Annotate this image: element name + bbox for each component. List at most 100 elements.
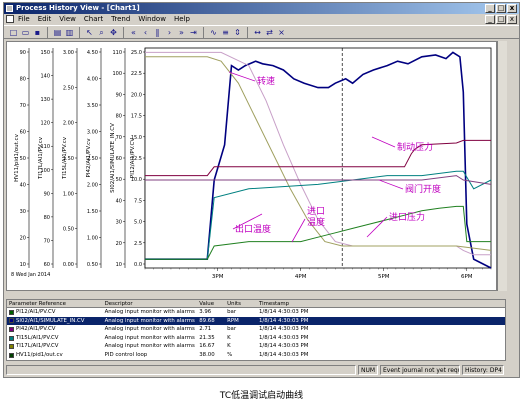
axis-tick-label: 30 <box>20 209 26 215</box>
cell-value: 38.00 <box>199 351 215 358</box>
trend-chart[interactable]: 90 80 70 60 50 40 30 20 10 HV11/pid1/out.cv 150 140… <box>6 41 497 291</box>
axis-tick-label: 1.50 <box>87 209 98 215</box>
forward-icon[interactable]: › <box>164 27 175 38</box>
end-icon[interactable]: ⇥ <box>188 27 199 38</box>
table-row[interactable]: SI02/AI1/SIMULATE_IN.CV Analog input moni… <box>7 316 505 326</box>
header-value[interactable]: Value <box>197 300 225 307</box>
axis-tick-label: 7.5 <box>134 198 142 204</box>
header-units[interactable]: Units <box>225 300 257 307</box>
zoom-icon[interactable]: ⌕ <box>96 27 107 38</box>
close-chart-icon[interactable]: × <box>276 27 287 38</box>
axis-tick-label: 25.0 <box>131 50 142 56</box>
reference-text: TI15L/AI1/PV.CV <box>16 334 59 341</box>
open-icon[interactable]: ▭ <box>20 27 31 38</box>
mdi-close-button[interactable]: x <box>507 15 517 24</box>
header-timestamp[interactable]: Timestamp <box>257 300 505 307</box>
axis-tick-label: 3.00 <box>87 130 98 136</box>
reference-text: PI12/AI1/PV.CV <box>16 309 56 315</box>
color-swatch <box>9 344 14 350</box>
cell-value: 89.68 <box>199 317 215 324</box>
vertical-scrollbar[interactable] <box>497 41 507 291</box>
print-icon[interactable]: ▤ <box>52 27 63 38</box>
annotation-label: 制动压力 <box>397 141 433 153</box>
mdi-controls: _ □ x <box>485 15 517 24</box>
axis-tick-label: 70 <box>20 103 26 109</box>
status-num: NUM <box>358 365 378 375</box>
axis-tick-label: 60 <box>44 262 50 268</box>
cell-descriptor: Analog input monitor with alarms <box>104 326 195 333</box>
axis-label: PI42/AI1/PV.cv <box>86 138 92 178</box>
fast-forward-icon[interactable]: » <box>176 27 187 38</box>
axis-label: PI12/AI1/PV.CV <box>130 138 136 178</box>
close-button[interactable]: x <box>507 4 517 13</box>
axis-tick-label: 90 <box>44 191 50 197</box>
collapse-icon[interactable]: ⇄ <box>264 27 275 38</box>
cursor-icon[interactable]: ↖ <box>84 27 95 38</box>
axis-tick-label: 150 <box>40 50 50 56</box>
new-icon[interactable]: □ <box>8 27 19 38</box>
axis-tick-label: 70 <box>44 238 50 244</box>
axis-tick-label: 3.00 <box>63 50 74 56</box>
minimize-button[interactable]: _ <box>485 4 495 13</box>
mdi-restore-button[interactable]: □ <box>496 15 506 24</box>
cell-value: 21.35 <box>199 334 215 341</box>
toolbar-separator <box>247 26 248 38</box>
menu-window[interactable]: Window <box>134 14 170 25</box>
status-journal: Event journal not yet required <box>380 365 460 375</box>
table-row[interactable]: PI42/AI1/PV.CV Analog input monitor with … <box>7 325 505 334</box>
axis-tick-label: 130 <box>40 97 50 103</box>
axis-label: HV11/pid1/out.cv <box>14 133 20 181</box>
axis-tick-label: 3.50 <box>87 103 98 109</box>
cell-units: K <box>227 334 231 341</box>
axis-tick-label: 2.5 <box>134 241 142 247</box>
reference-text: SI02/AI1/SIMULATE_IN.CV <box>16 317 85 324</box>
table-row[interactable]: TI15L/AI1/PV.CV Analog input monitor with… <box>7 334 505 343</box>
menu-view[interactable]: View <box>55 14 80 25</box>
cell-value: 2.71 <box>199 326 212 333</box>
document-icon[interactable] <box>6 15 14 23</box>
color-swatch <box>9 309 14 315</box>
annotation-label: 转速 <box>257 75 275 87</box>
chart-icon[interactable]: ▥ <box>64 27 75 38</box>
save-icon[interactable]: ▪ <box>32 27 43 38</box>
menu-file[interactable]: File <box>14 14 34 25</box>
back-icon[interactable]: ‹ <box>140 27 151 38</box>
axis-tick-label: 90 <box>116 92 122 98</box>
table-row[interactable]: HV11/pid1/out.cv PID control loop 38.00% 1/… <box>7 351 505 360</box>
table-body: PI12/AI1/PV.CV Analog input monitor with … <box>7 308 505 360</box>
axis-tick-label: 80 <box>116 114 122 120</box>
menu-trend[interactable]: Trend <box>107 14 134 25</box>
axis-tick-label: 1.00 <box>63 191 74 197</box>
table-row[interactable]: TI17L/AI1/PV.CV Analog input monitor with… <box>7 342 505 351</box>
maximize-button[interactable]: □ <box>496 4 506 13</box>
expand-icon[interactable]: ↔ <box>252 27 263 38</box>
trend-icon[interactable]: ∿ <box>208 27 219 38</box>
table-row[interactable]: PI12/AI1/PV.CV Analog input monitor with … <box>7 308 505 317</box>
annotation-label: 阀门开度 <box>405 183 441 195</box>
menu-chart[interactable]: Chart <box>80 14 107 25</box>
cell-units: bar <box>227 309 237 315</box>
pause-icon[interactable]: ‖ <box>152 27 163 38</box>
menu-help[interactable]: Help <box>170 14 194 25</box>
axis-tick-label: 20.0 <box>131 92 142 98</box>
mdi-minimize-button[interactable]: _ <box>485 15 495 24</box>
axis-tick-label: 4.50 <box>87 50 98 56</box>
axis-tick-label: 0.50 <box>87 262 98 268</box>
axis-tick-label: 100 <box>112 71 122 77</box>
axis-tick-label: 50 <box>116 177 122 183</box>
rewind-icon[interactable]: « <box>128 27 139 38</box>
annotation-label: 温度 <box>307 216 325 228</box>
header-descriptor[interactable]: Descriptor <box>103 300 198 307</box>
color-swatch <box>9 318 14 324</box>
axis-tick-label: 80 <box>20 77 26 83</box>
scale-icon[interactable]: ⇕ <box>232 27 243 38</box>
color-swatch <box>9 335 14 341</box>
axis-tick-label: 60 <box>20 130 26 136</box>
annotation-label: 进口 <box>307 206 325 217</box>
status-bar: NUM Event journal not yet required Histo… <box>6 364 518 376</box>
menu-edit[interactable]: Edit <box>34 14 56 25</box>
axis-tick-label: 60 <box>116 156 122 162</box>
header-parameter-reference[interactable]: Parameter Reference <box>7 300 103 307</box>
pan-icon[interactable]: ✥ <box>108 27 119 38</box>
stack-icon[interactable]: ≡ <box>220 27 231 38</box>
